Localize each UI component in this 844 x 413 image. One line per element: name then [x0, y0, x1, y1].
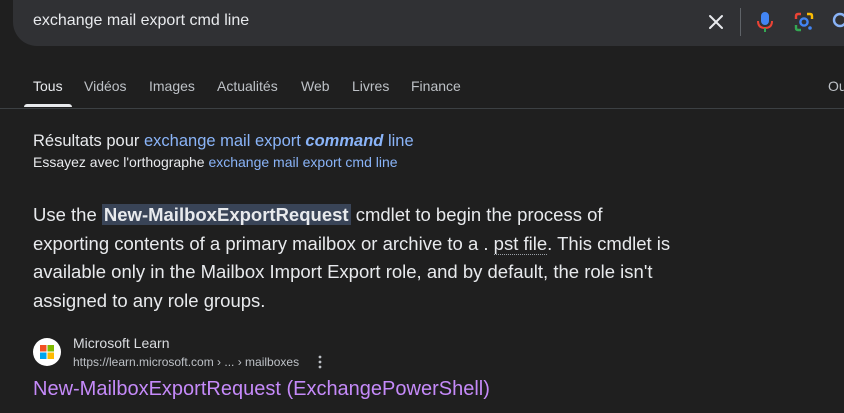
close-icon[interactable] [706, 12, 726, 32]
results-for-label: Résultats pour [33, 132, 140, 150]
original-query-link[interactable]: exchange mail export cmd line [208, 154, 397, 170]
tab-images[interactable]: Images [149, 78, 195, 94]
snippet-definition-term[interactable]: pst file [493, 232, 548, 255]
corrected-query-link[interactable]: exchange mail export command line [144, 132, 414, 150]
original-spelling: Essayez avec l'orthographe exchange mail… [33, 154, 398, 170]
spelling-correction: Résultats pour exchange mail export comm… [33, 132, 414, 151]
tab-web[interactable]: Web [301, 78, 330, 94]
result-title-link[interactable]: New-MailboxExportRequest (ExchangePowerS… [33, 378, 490, 401]
featured-snippet: Use the New-MailboxExportRequest cmdlet … [33, 204, 671, 311]
try-spelling-label: Essayez avec l'orthographe [33, 154, 205, 170]
source-name[interactable]: Microsoft Learn [73, 335, 169, 351]
source-url[interactable]: https://learn.microsoft.com › ... › mail… [73, 355, 299, 369]
google-lens-icon[interactable] [792, 10, 816, 34]
tab-all[interactable]: Tous [33, 78, 63, 94]
microphone-icon[interactable] [754, 10, 776, 34]
active-tab-indicator [24, 104, 72, 107]
search-icon[interactable] [830, 10, 844, 34]
microsoft-logo-icon[interactable] [33, 338, 61, 366]
search-tabs: Tous Vidéos Images Actualités Web Livres… [0, 68, 844, 109]
snippet-highlight: New-MailboxExportRequest [101, 204, 351, 225]
search-input[interactable]: exchange mail export cmd line [33, 12, 249, 30]
tab-finance[interactable]: Finance [411, 78, 461, 94]
search-bar-divider [740, 8, 741, 36]
search-bar[interactable]: exchange mail export cmd line [13, 0, 844, 46]
search-results-page: exchange mail export cmd line Tous Vidéo… [0, 0, 844, 413]
tab-books[interactable]: Livres [352, 78, 389, 94]
tab-videos[interactable]: Vidéos [84, 78, 127, 94]
tab-tools[interactable]: Ou [828, 78, 844, 94]
tab-news[interactable]: Actualités [217, 78, 278, 94]
more-options-icon[interactable] [313, 354, 327, 370]
